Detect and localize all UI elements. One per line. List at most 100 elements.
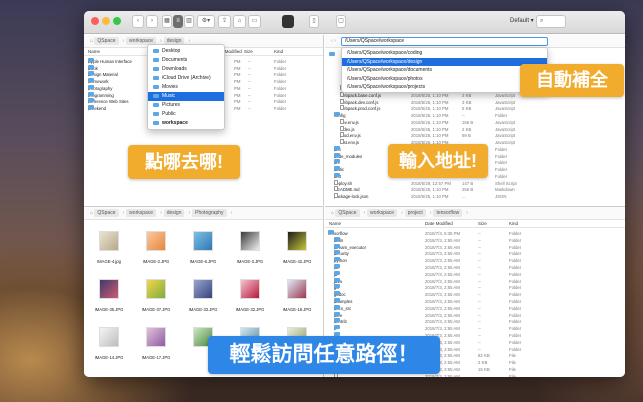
list-item[interactable]: package-lock.json 2018/5/25, 1:10 PM... JS… [325, 193, 625, 200]
menu-item[interactable]: Public [148, 110, 224, 119]
chevron-right-icon: › [160, 210, 162, 216]
thumbnail-item[interactable]: IMAGE-17.JPG [141, 327, 171, 377]
minimize-button[interactable] [102, 17, 110, 25]
folder-icon [334, 112, 340, 116]
image-thumbnail [287, 279, 307, 299]
thumbnail-caption: IMAGE-17.JPG [141, 355, 171, 360]
autocomplete-item[interactable]: /Users/QSpace/workspace/projects [342, 83, 547, 92]
split-icon[interactable]: ▯ [309, 15, 319, 28]
thumbnail-caption: IMAGE-4.jpg [97, 259, 121, 264]
folder-icon [334, 325, 340, 330]
menu-item[interactable]: Desktop [148, 47, 224, 56]
autocomplete-item[interactable]: /Users/QSpace/workspace/documents [342, 66, 547, 75]
folder-icon [153, 84, 159, 89]
document-icon [340, 125, 344, 131]
folder-icon [334, 298, 340, 302]
zoom-button[interactable] [113, 17, 121, 25]
document-icon [340, 105, 344, 111]
thumbnail-caption: IMAGE-14.JPG [94, 355, 124, 360]
breadcrumb-item[interactable]: workspace [126, 209, 157, 217]
new-folder-icon[interactable]: ▭ [248, 15, 261, 28]
column-view-icon[interactable]: ▥ [184, 15, 194, 28]
menu-item[interactable]: Pictures [148, 101, 224, 110]
thumbnail-caption: IMAGE-35.JPG [94, 307, 124, 312]
folder-icon [88, 64, 94, 69]
pane-top-right: ‹ › /Users/QSpace/workspace vue-loader.c… [325, 35, 625, 205]
autocomplete-item[interactable]: /Users/QSpace/workspace/photos [342, 75, 547, 84]
folder-icon [329, 52, 335, 56]
callout-anywhere: 輕鬆訪問任意路徑！ [208, 336, 440, 374]
menu-item[interactable]: workspace [148, 119, 224, 128]
menu-item-label: iCloud Drive (Archive) [162, 75, 211, 81]
thumbnail-caption: IMAGE-3.JPG [236, 259, 264, 264]
autocomplete-item[interactable]: /Users/QSpace/workspace/design [342, 57, 547, 67]
thumbnail-caption: IMAGE-37.JPG [141, 307, 171, 312]
chevron-right-icon: › [466, 210, 468, 216]
image-thumbnail [240, 231, 260, 251]
menu-item-label: Downloads [162, 66, 187, 72]
row-date: PM [234, 105, 241, 111]
icon-view-icon[interactable]: ▦ [162, 15, 172, 28]
header-size[interactable]: Size [244, 48, 253, 56]
row-name-text: Reference Web Sites [88, 99, 129, 105]
action-gear-icon[interactable]: ⚙▾ [197, 15, 215, 28]
breadcrumb-item[interactable]: workspace [367, 209, 398, 217]
forward-icon[interactable]: › [146, 15, 158, 28]
folder-icon [334, 159, 340, 164]
breadcrumb-item[interactable]: project [404, 209, 426, 217]
folder-icon [328, 230, 334, 234]
header-size[interactable]: Size [478, 220, 487, 228]
image-thumbnail [287, 231, 307, 251]
autocomplete-item[interactable]: /Users/QSpace/workspace/coding [342, 49, 547, 58]
home-icon[interactable]: ⌂ [233, 15, 246, 28]
row-kind: File [509, 373, 516, 377]
breadcrumb-item[interactable]: QSpace [94, 37, 119, 45]
menu-item-label: Movies [162, 84, 178, 90]
folder-icon [88, 104, 94, 109]
menu-item[interactable]: Music [148, 92, 224, 101]
close-button[interactable] [91, 17, 99, 25]
layout-icon[interactable]: ▢ [336, 15, 346, 28]
breadcrumb-item[interactable]: tensorflow [433, 209, 463, 217]
folder-icon [334, 318, 340, 323]
share-icon[interactable]: ⇪ [218, 15, 231, 28]
thumbnail-caption: IMAGE-2.JPG [142, 259, 170, 264]
back-icon[interactable]: ‹ [132, 15, 144, 28]
header-kind[interactable]: Kind [509, 220, 518, 228]
callout-autocomplete: 自動補全 [520, 64, 624, 97]
menu-item[interactable]: Documents [148, 56, 224, 65]
terminal-icon[interactable] [282, 15, 294, 28]
callout-where: 點哪去哪! [128, 145, 240, 179]
document-icon [334, 186, 338, 192]
list-view-icon[interactable]: ≡ [173, 15, 183, 28]
row-name-text: webpack.dev.conf.js [340, 99, 379, 105]
search-field[interactable]: ⌕ [536, 15, 566, 28]
menu-item[interactable]: Movies [148, 83, 224, 92]
breadcrumb-item[interactable]: design [163, 209, 185, 217]
callout-address: 輸入地址! [388, 144, 488, 178]
breadcrumb-item[interactable]: QSpace [335, 209, 360, 217]
folder-icon [334, 166, 340, 170]
folder-icon [153, 120, 159, 125]
image-thumbnail [99, 231, 119, 251]
breadcrumb-item[interactable]: Photography [192, 209, 227, 217]
menu-item[interactable]: Downloads [148, 65, 224, 74]
menu-item[interactable]: iCloud Drive (Archive) [148, 74, 224, 83]
row-name-text: webpack.prod.conf.js [340, 106, 381, 112]
thumbnail-caption: IMAGE-42.JPG [282, 259, 312, 264]
breadcrumb: ⌂ QSpace › workspace › project › tensorflow › [325, 207, 625, 220]
folder-icon [334, 277, 340, 282]
toolbar: ‹ › ▦ ≡ ▥ ⚙▾ ⇪ ⌂ ▭ ▯ ▢ Default ▾ ⌕ [84, 11, 625, 34]
breadcrumb-item[interactable]: QSpace [94, 209, 119, 217]
folder-icon [88, 78, 94, 83]
thumbnail-item[interactable]: IMAGE-14.JPG [94, 327, 124, 377]
header-name[interactable]: Name [329, 220, 341, 228]
document-icon [340, 132, 344, 138]
image-thumbnail [146, 231, 166, 251]
chevron-right-icon: › [363, 210, 366, 216]
folder-icon [88, 84, 94, 89]
view-selector[interactable]: Default ▾ [510, 17, 534, 24]
header-kind[interactable]: Kind [274, 48, 283, 56]
header-name[interactable]: Name [88, 48, 100, 56]
header-modified[interactable]: Date Modified [425, 220, 453, 228]
